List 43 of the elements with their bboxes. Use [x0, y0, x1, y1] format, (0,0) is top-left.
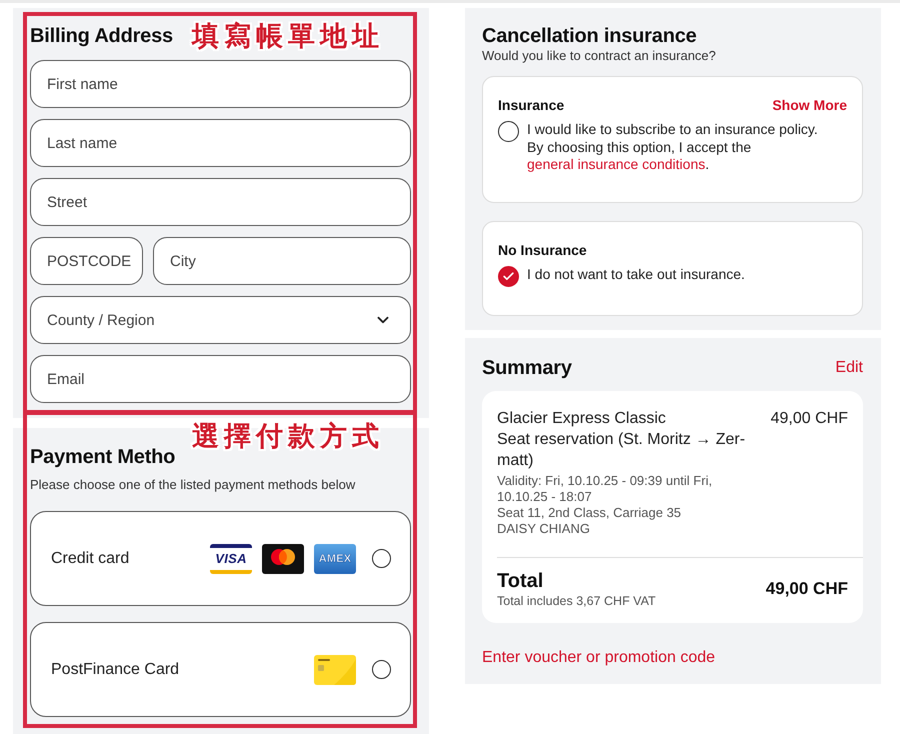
total-amount: 49,00 CHF	[766, 579, 848, 599]
product-detail: Seat 11, 2nd Class, Carriage 35	[497, 505, 682, 521]
check-icon	[502, 270, 515, 282]
section-subtitle: Please choose one of the listed payment methods below	[30, 477, 356, 493]
visa-logo: VISA	[210, 544, 252, 574]
dropdown-field[interactable]: County / Region	[30, 296, 411, 344]
section-title: Payment Metho	[30, 445, 176, 469]
section-title: Cancellation insurance	[482, 24, 697, 48]
input-field[interactable]: Street	[30, 178, 411, 226]
conditions-link[interactable]: general insurance conditions	[527, 156, 706, 172]
product-price: 49,00 CHF	[770, 409, 848, 429]
product-detail: DAISY CHIANG	[497, 521, 591, 537]
input-field[interactable]: Last name	[30, 119, 411, 167]
annotation-text: 填寫帳單地址	[192, 21, 384, 53]
section-title: Billing Address	[30, 24, 173, 48]
annotation-text: 選擇付款方式	[192, 421, 384, 453]
radio-button[interactable]	[372, 549, 391, 568]
payment-method-label: Credit card	[51, 550, 130, 568]
product-description: Seat reservation (St. Moritz → Zer-matt)	[497, 430, 746, 471]
payment-method-label: PostFinance Card	[51, 660, 180, 678]
radio-button[interactable]	[498, 266, 519, 286]
show-more-link[interactable]: Show More	[772, 97, 847, 113]
input-field[interactable]: First name	[30, 60, 411, 108]
input-field[interactable]: Email	[30, 355, 411, 403]
option-description: I would like to subscribe to an insurance policy. By choosing this option, I accept the general insurance conditions.	[527, 121, 819, 174]
edit-link[interactable]: Edit	[835, 359, 863, 377]
input-field[interactable]: City	[153, 237, 411, 285]
option-description: I do not want to take out insurance.	[527, 266, 745, 283]
product-detail: Validity: Fri, 10.10.25 - 09:39 until Fri, 10.10.25 - 18:07	[497, 473, 714, 505]
amex-logo: AMEX	[314, 544, 356, 574]
payment-card-icon	[314, 654, 356, 684]
total-label: Total	[497, 569, 544, 593]
radio-button[interactable]	[498, 121, 519, 142]
radio-button[interactable]	[372, 660, 391, 679]
vat-note: Total includes 3,67 CHF VAT	[497, 593, 656, 609]
voucher-link[interactable]: Enter voucher or promotion code	[482, 649, 716, 666]
option-title: No Insurance	[498, 242, 587, 258]
section-title: Summary	[482, 356, 572, 380]
option-title: Insurance	[498, 97, 564, 113]
input-field[interactable]: POSTCODE	[30, 237, 143, 285]
section-subtitle: Would you like to contract an insurance?	[482, 48, 716, 64]
product-name: Glacier Express Classic	[497, 409, 667, 429]
overlapping-circles-icon	[262, 544, 304, 574]
